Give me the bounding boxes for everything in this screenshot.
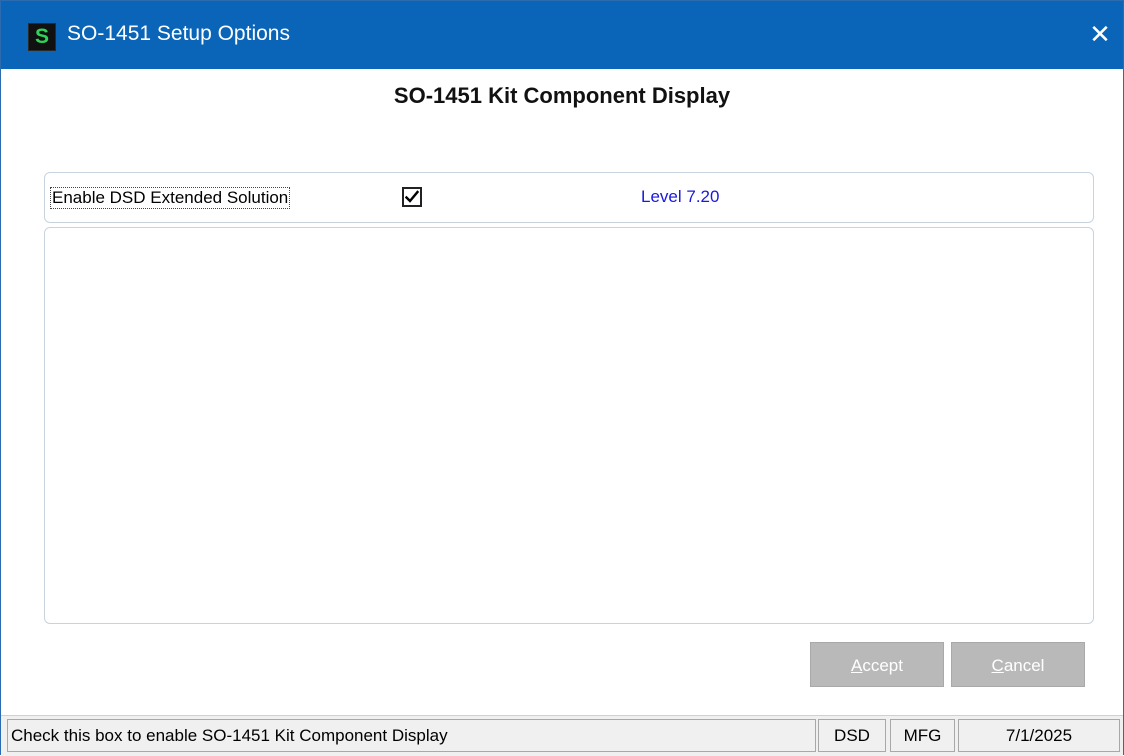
enable-dsd-checkbox[interactable]	[402, 187, 422, 207]
app-logo-icon: S	[28, 23, 56, 51]
accept-label: ccept	[862, 656, 903, 675]
page-title: SO-1451 Kit Component Display	[393, 83, 731, 108]
status-date: 7/1/2025	[958, 719, 1120, 752]
status-bar: Check this box to enable SO-1451 Kit Com…	[1, 715, 1123, 756]
level-version-text: Level 7.20	[641, 187, 720, 206]
status-message: Check this box to enable SO-1451 Kit Com…	[7, 719, 816, 752]
cancel-label: ancel	[1003, 656, 1045, 675]
content-panel	[44, 227, 1094, 624]
cancel-button[interactable]: Cancel	[951, 642, 1085, 687]
accept-mnemonic: A	[851, 656, 863, 675]
checkmark-icon	[405, 190, 419, 203]
enable-dsd-label[interactable]: Enable DSD Extended Solution	[50, 187, 291, 209]
setup-options-window: S SO-1451 Setup Options ✕ SO-1451 Kit Co…	[0, 0, 1124, 756]
window-title: SO-1451 Setup Options	[67, 22, 290, 45]
title-bar[interactable]: S SO-1451 Setup Options ✕	[1, 1, 1123, 69]
status-company-code: DSD	[818, 719, 886, 752]
status-module-code: MFG	[890, 719, 955, 752]
accept-button[interactable]: Accept	[810, 642, 944, 687]
cancel-mnemonic: C	[991, 656, 1004, 675]
close-button[interactable]: ✕	[1083, 17, 1117, 51]
